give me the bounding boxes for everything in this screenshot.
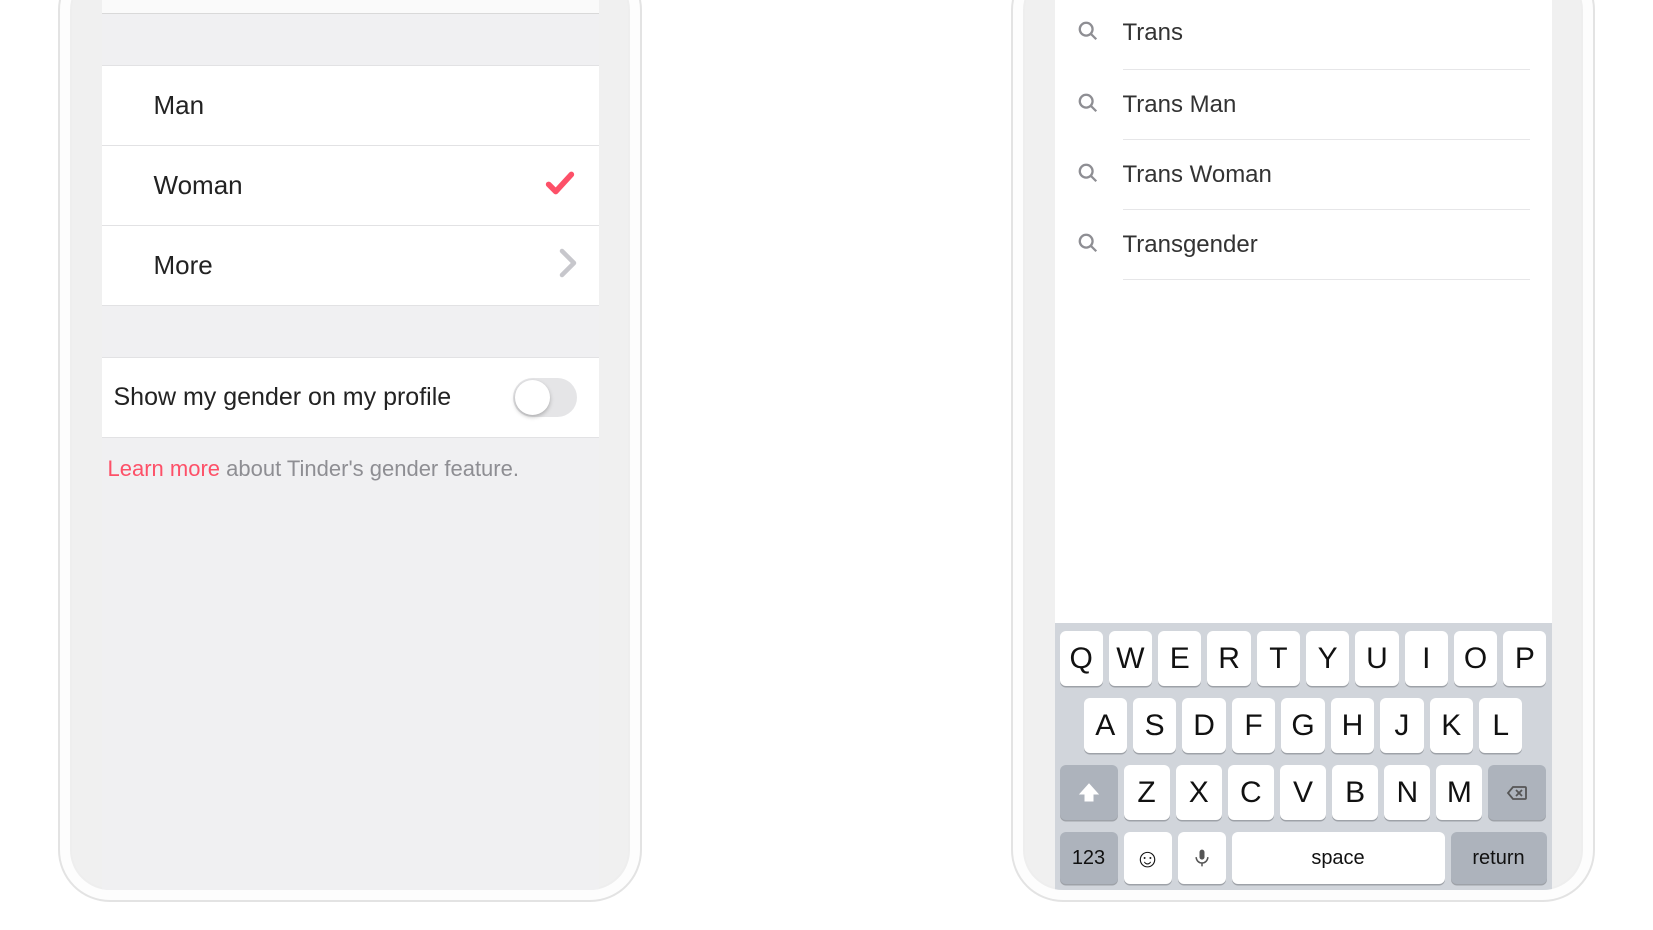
screen-left: I Am Done Man Woman More S xyxy=(102,0,599,890)
option-woman[interactable]: Woman xyxy=(102,146,599,226)
emoji-key[interactable]: ☺ xyxy=(1124,832,1172,884)
key-d[interactable]: D xyxy=(1182,698,1225,753)
show-gender-toggle[interactable] xyxy=(513,378,577,417)
key-u[interactable]: U xyxy=(1355,631,1398,686)
keyboard: Q W E R T Y U I O P A S D F G H xyxy=(1055,623,1552,890)
key-v[interactable]: V xyxy=(1280,765,1326,820)
key-b[interactable]: B xyxy=(1332,765,1378,820)
search-icon xyxy=(1077,232,1099,259)
key-m[interactable]: M xyxy=(1436,765,1482,820)
footer-rest: about Tinder's gender feature. xyxy=(220,456,519,481)
toggle-label: Show my gender on my profile xyxy=(114,383,452,412)
key-a[interactable]: A xyxy=(1084,698,1127,753)
kb-row-3: Z X C V B N M xyxy=(1060,765,1547,820)
key-l[interactable]: L xyxy=(1479,698,1522,753)
key-o[interactable]: O xyxy=(1454,631,1497,686)
mic-key[interactable] xyxy=(1178,832,1226,884)
key-q[interactable]: Q xyxy=(1060,631,1103,686)
search-icon xyxy=(1077,20,1099,47)
phone-left: I Am Done Man Woman More S xyxy=(60,0,640,900)
key-p[interactable]: P xyxy=(1503,631,1546,686)
key-t[interactable]: T xyxy=(1257,631,1300,686)
key-k[interactable]: K xyxy=(1430,698,1473,753)
device-frame: I Am Done Man Woman More S xyxy=(60,0,640,900)
navbar: I Am Done xyxy=(102,0,599,14)
option-more[interactable]: More xyxy=(102,226,599,306)
key-r[interactable]: R xyxy=(1207,631,1250,686)
result-label: Trans xyxy=(1123,19,1183,47)
key-y[interactable]: Y xyxy=(1306,631,1349,686)
shift-key[interactable] xyxy=(1060,765,1118,820)
device-frame: Cancel Trans Trans Man Trans Woman Tra xyxy=(1013,0,1593,900)
section-spacer xyxy=(102,14,599,66)
kb-row-1: Q W E R T Y U I O P xyxy=(1060,631,1547,686)
key-c[interactable]: C xyxy=(1228,765,1274,820)
search-result[interactable]: Trans xyxy=(1055,0,1552,70)
key-i[interactable]: I xyxy=(1405,631,1448,686)
backspace-key[interactable] xyxy=(1488,765,1546,820)
key-z[interactable]: Z xyxy=(1124,765,1170,820)
option-label: More xyxy=(154,250,213,281)
result-label: Trans Woman xyxy=(1123,161,1272,189)
key-f[interactable]: F xyxy=(1232,698,1275,753)
search-results: Trans Trans Man Trans Woman Transgender xyxy=(1055,0,1552,280)
footer-note: Learn more about Tinder's gender feature… xyxy=(102,438,599,500)
key-w[interactable]: W xyxy=(1109,631,1152,686)
chevron-right-icon xyxy=(559,248,577,283)
key-g[interactable]: G xyxy=(1281,698,1324,753)
search-result[interactable]: Trans Woman xyxy=(1055,140,1552,210)
result-label: Transgender xyxy=(1123,231,1258,259)
numbers-key[interactable]: 123 xyxy=(1060,832,1118,884)
kb-row-2: A S D F G H J K L xyxy=(1060,698,1547,753)
option-label: Woman xyxy=(154,170,243,201)
space-key[interactable]: space xyxy=(1232,832,1445,884)
key-h[interactable]: H xyxy=(1331,698,1374,753)
learn-more-link[interactable]: Learn more xyxy=(108,456,221,481)
screen-right: Cancel Trans Trans Man Trans Woman Tra xyxy=(1055,0,1552,890)
section-spacer xyxy=(102,306,599,358)
key-j[interactable]: J xyxy=(1380,698,1423,753)
phone-right: Cancel Trans Trans Man Trans Woman Tra xyxy=(1013,0,1593,900)
toggle-knob xyxy=(515,380,550,415)
option-label: Man xyxy=(154,90,205,121)
search-icon xyxy=(1077,162,1099,189)
checkmark-icon xyxy=(543,166,577,205)
search-icon xyxy=(1077,92,1099,119)
key-s[interactable]: S xyxy=(1133,698,1176,753)
search-result[interactable]: Trans Man xyxy=(1055,70,1552,140)
option-man[interactable]: Man xyxy=(102,66,599,146)
result-label: Trans Man xyxy=(1123,91,1237,119)
show-gender-row: Show my gender on my profile xyxy=(102,358,599,438)
return-key[interactable]: return xyxy=(1451,832,1547,884)
key-n[interactable]: N xyxy=(1384,765,1430,820)
kb-row-4: 123 ☺ space return xyxy=(1060,832,1547,884)
key-e[interactable]: E xyxy=(1158,631,1201,686)
search-result[interactable]: Transgender xyxy=(1055,210,1552,280)
key-x[interactable]: X xyxy=(1176,765,1222,820)
